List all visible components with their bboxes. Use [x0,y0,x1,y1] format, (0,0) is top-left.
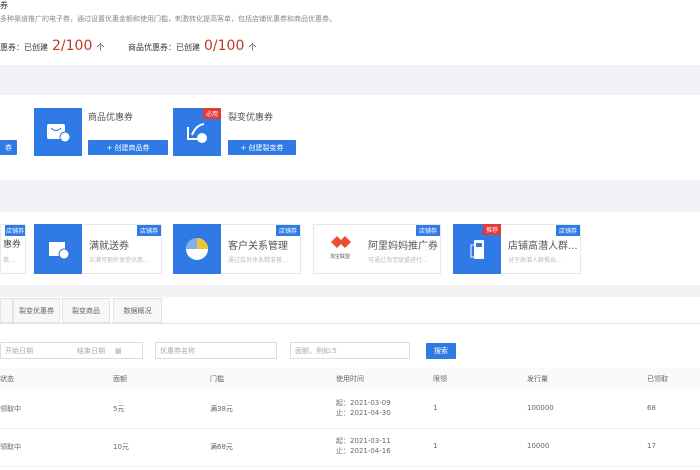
alimama-logo: 淘宝联盟 [322,233,358,260]
col-status: 状态 [0,375,14,383]
threshold: 满38元 [210,405,233,413]
col-amount: 面额 [113,375,127,383]
description: 多种渠道推广的电子券，通过设置优惠金额和使用门槛，刺激转化提高客单，包括店铺优惠… [0,15,336,23]
create-product-coupon-button[interactable]: + 创建商品券 [88,140,168,155]
start-time: 起：2021-03-09 [336,399,391,407]
tool-card-shop-coupon[interactable]: 惠券策... 店铺券 [0,224,26,274]
card-title: 客户关系管理 [228,241,288,252]
card-subtitle: 买满可额外享受优惠... [89,257,149,264]
col-issued: 发行量 [527,375,548,383]
end-date[interactable]: 结束日期 [77,346,105,356]
must-use-badge: 必用 [202,108,221,119]
threshold: 满68元 [210,443,233,451]
gas-pump-icon: 推荐 [453,224,501,274]
start-time: 起：2021-03-11 [336,437,391,445]
issued: 100000 [527,404,554,412]
product-coupon-stat: 商品优惠券：已创建 0/100 个 [128,38,256,54]
date-range-picker[interactable]: 开始日期 结束日期 ▦ [0,342,143,359]
stat-unit: 个 [96,43,105,52]
amount-input[interactable]: 面额，例如:5 [290,342,410,359]
create-fission-coupon-button[interactable]: + 创建裂变券 [228,140,296,155]
card-title: 阿里妈妈推广券 [368,241,438,252]
col-threshold: 门槛 [210,375,224,383]
claimed: 17 [647,442,656,450]
col-limit: 限领 [433,375,447,383]
stat-label: 惠券：已创建 [0,43,48,52]
tab-partial[interactable] [0,298,13,323]
card-title: 满就送券 [89,241,129,252]
card-subtitle: 可通过淘宝联盟进行... [368,257,428,264]
stat-value: 0/100 [204,38,245,54]
stat-unit: 个 [248,43,257,52]
tab-fission-products[interactable]: 裂变商品 [62,298,110,323]
divider [0,180,700,212]
shop-badge: 店铺券 [275,225,300,236]
amount: 10元 [113,443,129,451]
logo-text: 淘宝联盟 [329,254,350,260]
stat-label: 商品优惠券：已创建 [128,43,200,52]
amount: 5元 [113,405,125,413]
col-claimed: 已领取 [647,375,668,383]
card-title: 店铺高潜人群... [508,241,578,252]
divider [0,65,700,95]
tab-data-overview[interactable]: 数据概况 [113,298,162,323]
tool-card-crm[interactable]: 客户关系管理通过会员体系精准营... 店铺券 [173,224,301,274]
card-subtitle: 通过会员体系精准营... [228,257,288,264]
issued: 10000 [527,442,550,450]
coupon-name-input[interactable]: 优惠券名称 [155,342,277,359]
shop-badge: 店铺券 [4,225,25,236]
col-time: 使用时间 [336,375,364,383]
end-time: 止：2021-04-30 [336,409,391,417]
page-title: 券 [0,1,8,10]
pinwheel-icon [173,224,221,274]
claimed: 68 [647,404,656,412]
start-date[interactable]: 开始日期 [5,346,33,356]
card-subtitle: 策... [3,257,15,264]
store-icon [34,224,82,274]
stat-value: 2/100 [52,38,93,54]
card-title: 惠券 [3,240,22,250]
divider [0,285,700,297]
end-time: 止：2021-04-16 [336,447,391,455]
recommend-badge: 推荐 [483,224,501,235]
create-shop-coupon-button[interactable]: 券 [0,140,17,155]
shop-badge: 店铺券 [555,225,580,236]
status: 领取中 [0,405,21,413]
limit: 1 [433,442,438,450]
tool-card-full-gift[interactable]: 满就送券买满可额外享受优惠... 店铺券 [34,224,162,274]
shop-badge: 店铺券 [136,225,161,236]
limit: 1 [433,404,438,412]
shop-coupon-stat: 惠券：已创建 2/100 个 [0,38,104,54]
shopping-bag-icon [34,108,82,156]
shop-badge: 店铺券 [415,225,440,236]
card-title: 裂变优惠券 [228,113,274,123]
card-subtitle: 对于高潜人群推出... [508,257,562,264]
tool-card-alimama[interactable]: 淘宝联盟 阿里妈妈推广券可通过淘宝联盟进行... 店铺券 [313,224,441,274]
tab-fission-coupon[interactable]: 裂变优惠券 [13,298,60,323]
share-icon: 必用 [173,108,221,156]
status: 领取中 [0,443,21,451]
tool-card-high-potential[interactable]: 推荐 店铺高潜人群... 对于高潜人群推出... 店铺券 [453,224,581,274]
card-title: 商品优惠券 [88,113,134,123]
search-button[interactable]: 搜索 [426,343,456,359]
calendar-icon: ▦ [115,346,122,355]
